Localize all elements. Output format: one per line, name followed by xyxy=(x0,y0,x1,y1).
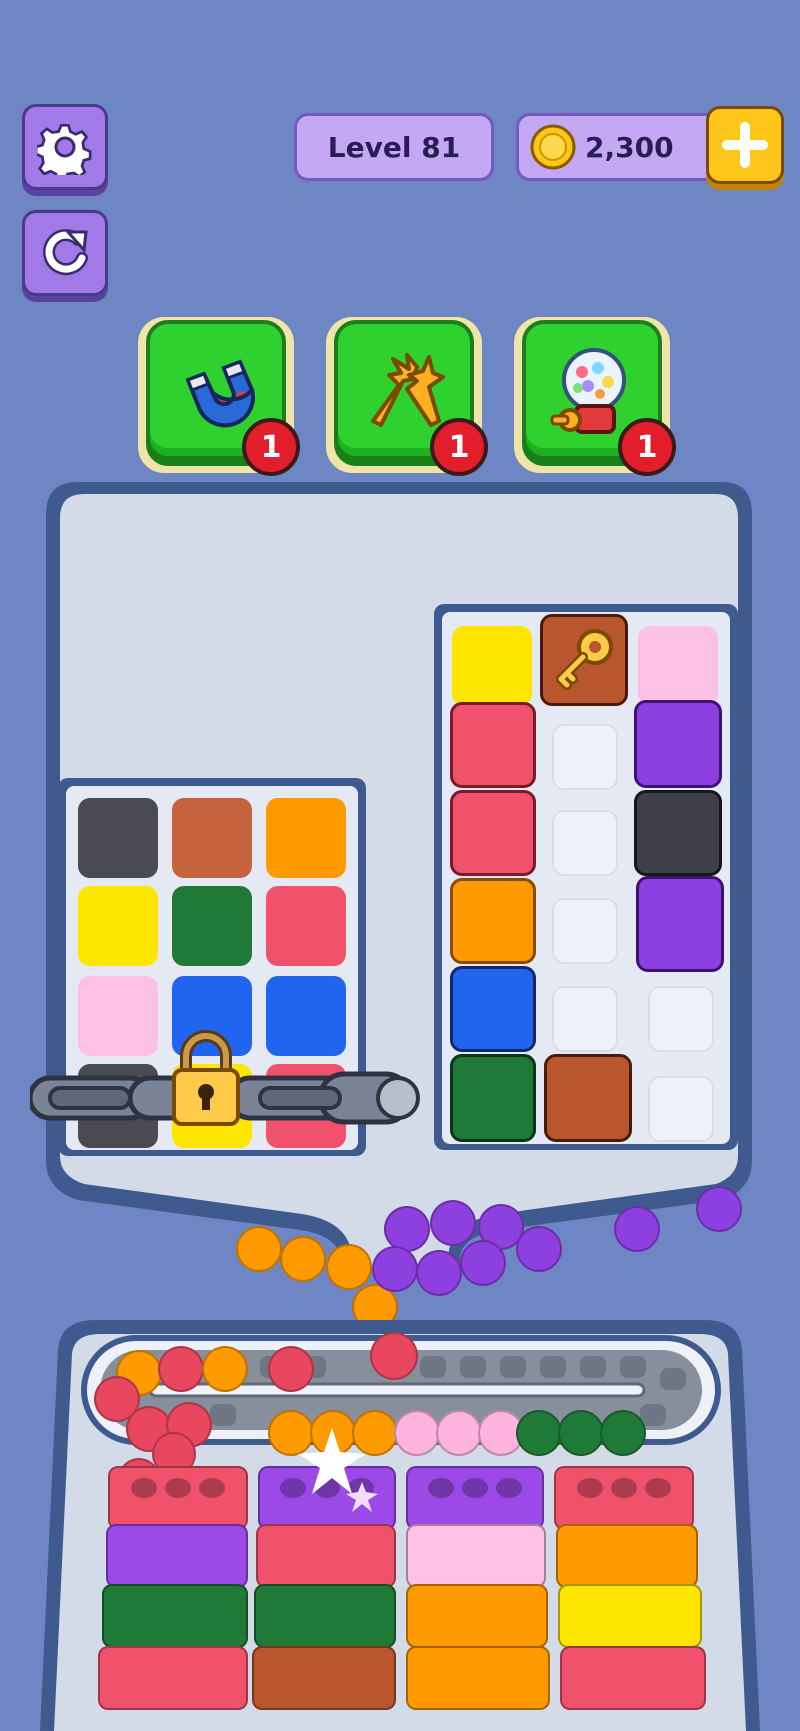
left-tile[interactable] xyxy=(78,798,158,878)
conveyor-marble xyxy=(370,1332,418,1380)
gumball-count-badge: 1 xyxy=(618,418,676,476)
empty-slot xyxy=(552,810,618,876)
empty-slot xyxy=(648,1076,714,1142)
empty-slot xyxy=(552,724,618,790)
left-tile[interactable] xyxy=(266,976,346,1056)
left-tile[interactable] xyxy=(78,886,158,966)
empty-slot xyxy=(552,986,618,1052)
magnet-icon xyxy=(185,359,255,428)
marble xyxy=(280,1236,326,1282)
conveyor-marble xyxy=(600,1410,646,1456)
marble xyxy=(372,1246,418,1292)
coin-icon xyxy=(530,124,576,170)
right-stud-tile[interactable] xyxy=(636,876,724,972)
stack-bar[interactable] xyxy=(556,1524,698,1588)
right-stud-tile[interactable] xyxy=(450,966,536,1052)
marble xyxy=(696,1186,742,1232)
empty-slot xyxy=(552,898,618,964)
conveyor-marble xyxy=(558,1410,604,1456)
marble xyxy=(430,1200,476,1246)
left-tile[interactable] xyxy=(266,886,346,966)
stack-bar[interactable] xyxy=(558,1584,702,1648)
right-stud-tile[interactable] xyxy=(450,1054,536,1142)
stack-bar[interactable] xyxy=(256,1524,396,1588)
coin-counter: 2,300 xyxy=(516,113,726,181)
shuffle-icon xyxy=(371,353,445,427)
right-stud-tile[interactable] xyxy=(544,1054,632,1142)
stack-bar[interactable] xyxy=(406,1646,550,1710)
conveyor-marble xyxy=(268,1346,314,1392)
conveyor-marble xyxy=(202,1346,248,1392)
shuffle-count-badge: 1 xyxy=(430,418,488,476)
marble xyxy=(236,1226,282,1272)
stack-bar[interactable] xyxy=(406,1584,548,1648)
stack-bar[interactable] xyxy=(106,1524,248,1588)
left-tile[interactable] xyxy=(172,886,252,966)
right-stud-tile[interactable] xyxy=(634,700,722,788)
left-tile[interactable] xyxy=(172,798,252,878)
stack-bar[interactable] xyxy=(254,1584,396,1648)
level-indicator: Level 81 xyxy=(294,113,494,181)
stack-bar[interactable] xyxy=(252,1646,396,1710)
marble xyxy=(460,1240,506,1286)
add-coins-button[interactable] xyxy=(706,106,784,184)
left-tile[interactable] xyxy=(266,798,346,878)
key-icon xyxy=(556,629,613,690)
conveyor-marble xyxy=(158,1346,204,1392)
settings-button[interactable] xyxy=(22,104,108,190)
right-tile[interactable] xyxy=(638,626,718,706)
right-stud-tile[interactable] xyxy=(450,790,536,876)
conveyor-marble xyxy=(516,1410,562,1456)
gumball-machine-icon xyxy=(550,348,626,434)
key-tile[interactable] xyxy=(540,614,628,706)
marble xyxy=(516,1226,562,1272)
magnet-count-badge: 1 xyxy=(242,418,300,476)
right-tile[interactable] xyxy=(452,626,532,706)
right-stud-tile[interactable] xyxy=(450,878,536,964)
conveyor-marble xyxy=(436,1410,482,1456)
left-tile[interactable] xyxy=(78,976,158,1056)
stack-bar[interactable] xyxy=(406,1524,546,1588)
right-stud-tile[interactable] xyxy=(634,790,722,876)
stack-bar[interactable] xyxy=(98,1646,248,1710)
sparkle-icon xyxy=(298,1428,378,1512)
stack-top-red[interactable] xyxy=(108,1466,248,1530)
conveyor-marble xyxy=(394,1410,440,1456)
marble xyxy=(384,1206,430,1252)
stack-bar[interactable] xyxy=(102,1584,248,1648)
stack-bar[interactable] xyxy=(560,1646,706,1710)
restart-icon xyxy=(43,229,88,276)
gear-icon xyxy=(37,123,92,175)
coin-amount: 2,300 xyxy=(585,130,674,164)
level-label: Level 81 xyxy=(327,130,461,164)
lock-icon xyxy=(172,1030,240,1126)
restart-button[interactable] xyxy=(22,210,108,296)
stack-top-purple[interactable] xyxy=(406,1466,544,1530)
empty-slot xyxy=(648,986,714,1052)
marble xyxy=(326,1244,372,1290)
marble xyxy=(614,1206,660,1252)
plus-icon xyxy=(722,122,768,168)
marble xyxy=(416,1250,462,1296)
stack-top-red[interactable] xyxy=(554,1466,694,1530)
right-stud-tile[interactable] xyxy=(450,702,536,788)
